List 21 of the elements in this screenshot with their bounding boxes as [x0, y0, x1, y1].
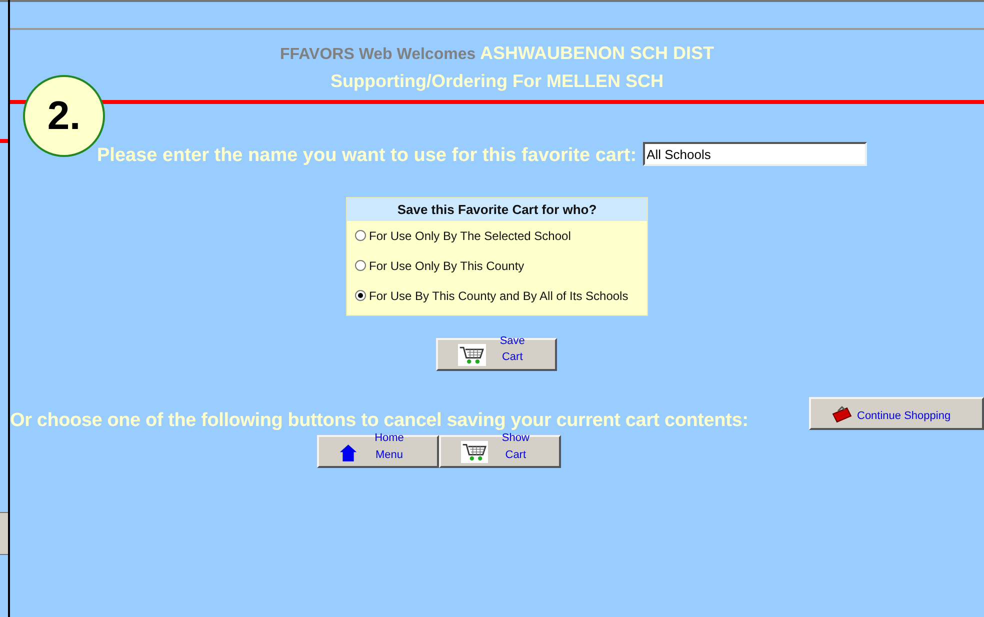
- show-cart-button[interactable]: Show Cart: [439, 435, 561, 468]
- toolbox-icon: [831, 404, 853, 424]
- continue-shopping-button[interactable]: Continue Shopping: [809, 396, 984, 430]
- house-icon: [339, 443, 358, 463]
- radio-label: For Use Only By This County: [369, 258, 524, 274]
- cart-icon: [458, 344, 486, 366]
- save-cart-button[interactable]: Save Cart: [436, 338, 557, 370]
- home-menu-button[interactable]: Home Menu: [317, 435, 439, 468]
- radio-button[interactable]: [355, 290, 366, 301]
- supporting-text: Supporting/Ordering For MELLEN SCH: [330, 70, 664, 93]
- cancel-prompt: Or choose one of the following buttons to cancel saving your current cart contents:: [10, 408, 748, 432]
- district-name: ASHWAUBENON SCH DIST: [480, 43, 714, 63]
- radio-button[interactable]: [355, 230, 366, 241]
- welcome-text: FFAVORS Web Welcomes: [280, 46, 476, 63]
- save-options-title: Save this Favorite Cart for who?: [347, 198, 647, 220]
- cart-name-field[interactable]: All Schools: [642, 142, 867, 166]
- cart-icon: [461, 441, 488, 463]
- radio-label: For Use Only By The Selected School: [369, 228, 571, 244]
- radio-button[interactable]: [355, 260, 366, 271]
- radio-label: For Use By This County and By All of Its Schools: [369, 288, 628, 304]
- button-edge: [0, 512, 8, 555]
